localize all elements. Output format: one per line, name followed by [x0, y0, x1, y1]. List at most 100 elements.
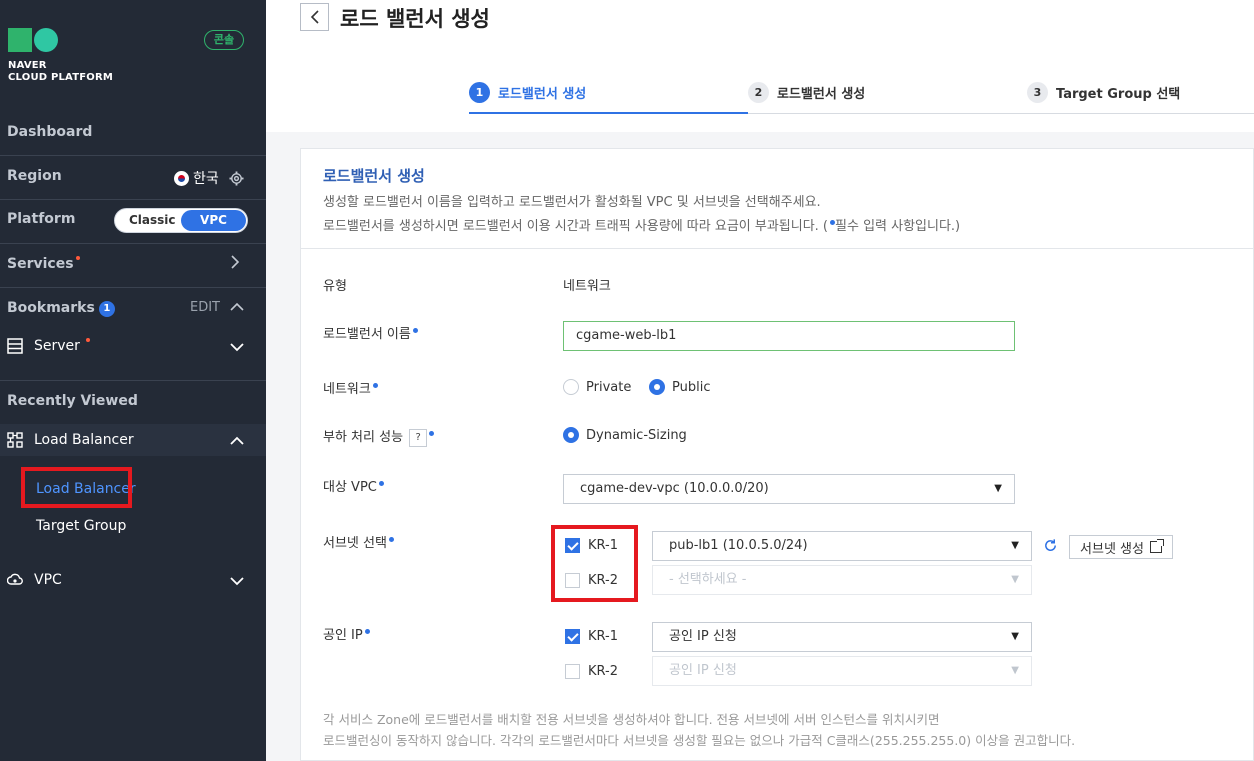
region-value: 한국: [193, 171, 219, 187]
divider: [0, 380, 266, 381]
refresh-icon[interactable]: [1043, 538, 1058, 557]
server-label: Server: [34, 338, 80, 354]
region-selector[interactable]: 한국: [174, 168, 244, 188]
step-label: 로드밸런서 생성: [777, 87, 866, 102]
chevron-up-icon[interactable]: [230, 434, 244, 450]
logo-text-line2: CLOUD PLATFORM: [8, 72, 114, 83]
network-label: 네트워크: [323, 378, 378, 397]
vpc-label: 대상 VPC: [323, 476, 384, 495]
server-icon: [7, 338, 23, 354]
external-link-icon: [1149, 539, 1164, 553]
subnet-label: 서브넷 선택: [323, 532, 394, 551]
chevron-left-icon: [310, 10, 319, 24]
bookmarks-label: Bookmarks: [7, 300, 95, 316]
radio-on-icon: [563, 427, 579, 443]
naver-cloud-logo[interactable]: NAVER CLOUD PLATFORM: [8, 28, 113, 84]
panel-title: 로드밸런서 생성: [323, 167, 425, 185]
edit-bookmarks-link[interactable]: EDIT: [190, 300, 220, 315]
step-2: 2 로드밸런서 생성: [748, 82, 865, 103]
region-label: Region: [7, 168, 62, 184]
ip-kr2-select[interactable]: 공인 IP 신청 ▼: [652, 656, 1032, 686]
required-dot-icon: [378, 481, 384, 486]
platform-label: Platform: [7, 211, 76, 227]
load-balancer-group-label: Load Balancer: [34, 432, 134, 448]
chevron-down-icon[interactable]: [230, 574, 244, 590]
chevron-up-icon[interactable]: [230, 300, 244, 316]
create-subnet-button[interactable]: 서브넷 생성: [1069, 535, 1173, 559]
bookmark-item-server[interactable]: Server: [0, 338, 266, 358]
platform-vpc-option[interactable]: VPC: [181, 210, 246, 231]
step-indicator: 1 로드밸런서 생성 2 로드밸런서 생성 3 Target Group 선택: [469, 78, 1254, 114]
ip-kr2-value: 공인 IP 신청: [669, 663, 737, 678]
dashboard-label: Dashboard: [7, 124, 93, 140]
subnet-note-2: 로드밸런싱이 동작하지 않습니다. 각각의 로드밸런서마다 서브넷을 생성할 필…: [323, 733, 1076, 748]
type-label: 유형: [323, 279, 347, 294]
load-balancer-icon: [7, 432, 23, 448]
vpc-select[interactable]: cgame-dev-vpc (10.0.0.0/20) ▼: [563, 474, 1015, 504]
highlight-box: [551, 525, 638, 602]
step-label: 로드밸런서 생성: [498, 87, 587, 102]
platform-toggle[interactable]: Classic VPC: [114, 208, 248, 233]
active-step-underline: [469, 112, 748, 114]
name-label: 로드밸런서 이름: [323, 323, 418, 342]
divider: [0, 287, 266, 288]
create-load-balancer-panel: 로드밸런서 생성 생성할 로드밸런서 이름을 입력하고 로드밸런서가 활성화될 …: [300, 148, 1254, 761]
korea-flag-icon: [174, 170, 189, 186]
step-1: 1 로드밸런서 생성: [469, 82, 586, 103]
divider: [0, 199, 266, 200]
help-icon[interactable]: ?: [409, 428, 428, 447]
step-number: 1: [469, 82, 490, 103]
required-dot-icon: [412, 328, 418, 333]
radio-on-icon: [649, 379, 665, 395]
new-dot-icon: [85, 338, 90, 342]
services-label: Services: [7, 256, 74, 272]
radio-off-icon: [563, 379, 579, 395]
platform-classic-option[interactable]: Classic: [129, 213, 176, 227]
sidebar-subitem-target-group[interactable]: Target Group: [36, 518, 126, 534]
network-public-label: Public: [672, 379, 711, 395]
panel-header: 로드밸런서 생성 생성할 로드밸런서 이름을 입력하고 로드밸런서가 활성화될 …: [301, 149, 1254, 249]
performance-label: 부하 처리 성능 ?: [323, 426, 435, 447]
required-dot-icon: [388, 537, 394, 542]
vpc-cloud-icon: [7, 573, 23, 585]
subnet-kr2-placeholder: - 선택하세요 -: [669, 572, 747, 587]
network-public-radio[interactable]: Public: [649, 379, 710, 395]
ip-kr1-value: 공인 IP 신청: [669, 629, 737, 644]
ip-kr1-select[interactable]: 공인 IP 신청 ▼: [652, 622, 1032, 652]
recently-viewed-label: Recently Viewed: [7, 393, 138, 409]
chevron-down-icon[interactable]: [230, 340, 244, 356]
ip-kr2-checkbox[interactable]: KR-2: [565, 664, 618, 679]
network-private-radio[interactable]: Private: [563, 379, 631, 395]
checkbox-empty-icon: [565, 664, 580, 679]
divider: [0, 243, 266, 244]
panel-description-2: 로드밸런서를 생성하시면 로드밸런서 이용 시간과 트래픽 사용량에 따라 요금…: [323, 219, 961, 234]
network-private-label: Private: [586, 379, 632, 395]
dynamic-sizing-radio[interactable]: Dynamic-Sizing: [563, 427, 687, 443]
caret-down-icon: ▼: [1011, 574, 1019, 585]
ip-kr1-checkbox[interactable]: KR-1: [565, 629, 618, 644]
subnet-kr2-select[interactable]: - 선택하세요 - ▼: [652, 565, 1032, 595]
page-title: 로드 밸런서 생성: [340, 7, 490, 31]
subnet-note-1: 각 서비스 Zone에 로드밸런서를 배치할 전용 서브넷을 생성하셔야 합니다…: [323, 712, 940, 727]
console-badge[interactable]: 콘솔: [204, 30, 244, 50]
chevron-right-icon: [230, 255, 240, 273]
vpc-label: VPC: [34, 572, 62, 588]
main-content: 로드 밸런서 생성 1 로드밸런서 생성 2 로드밸런서 생성 3 Target…: [266, 0, 1254, 761]
load-balancer-name-input[interactable]: cgame-web-lb1: [563, 321, 1015, 351]
step-label: Target Group 선택: [1056, 87, 1181, 102]
step-number: 2: [748, 82, 769, 103]
bookmarks-count-badge: 1: [98, 301, 115, 317]
required-dot-icon: [372, 383, 378, 388]
subnet-kr1-select[interactable]: pub-lb1 (10.0.5.0/24) ▼: [652, 531, 1032, 561]
sidebar-item-load-balancer[interactable]: Load Balancer: [0, 432, 266, 452]
gear-icon[interactable]: [229, 170, 244, 186]
sidebar: NAVER CLOUD PLATFORM 콘솔 Dashboard Region…: [0, 0, 266, 761]
ip-kr2-label: KR-2: [588, 664, 618, 679]
type-value: 네트워크: [563, 279, 611, 294]
caret-down-icon: ▼: [1011, 665, 1019, 676]
sidebar-item-vpc[interactable]: VPC: [0, 572, 266, 592]
required-dot-icon: [429, 431, 435, 436]
step-number: 3: [1027, 82, 1048, 103]
step-3: 3 Target Group 선택: [1027, 82, 1180, 103]
back-button[interactable]: [300, 3, 329, 31]
